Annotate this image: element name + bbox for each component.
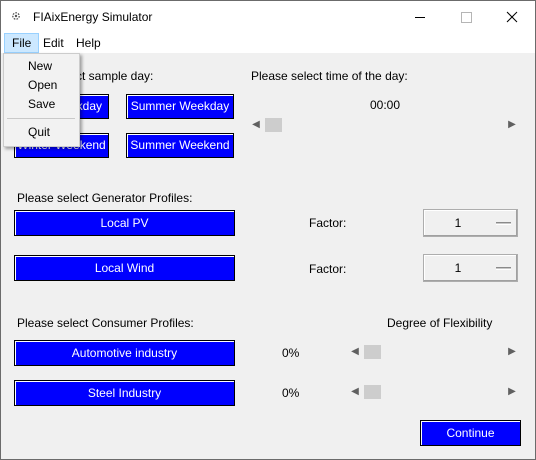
generator-profiles-label: Please select Generator Profiles: bbox=[17, 191, 193, 205]
minimize-button[interactable] bbox=[397, 1, 443, 33]
close-button[interactable] bbox=[489, 1, 535, 33]
menu-file[interactable]: File bbox=[4, 33, 40, 53]
summer-weekday-button[interactable]: Summer Weekday bbox=[126, 94, 234, 119]
menu-bar: File Edit Help bbox=[1, 33, 535, 53]
close-icon bbox=[506, 11, 518, 23]
wind-factor-label: Factor: bbox=[309, 262, 347, 276]
steel-flex-slider[interactable]: ◀ ▶ bbox=[347, 384, 520, 400]
scroll-right-icon[interactable]: ▶ bbox=[506, 386, 518, 398]
menu-open-label: Open bbox=[28, 78, 58, 92]
wind-factor-spinner[interactable]: 1 bbox=[423, 254, 518, 282]
scroll-right-icon[interactable]: ▶ bbox=[506, 346, 518, 358]
app-window: FIAixEnergy Simulator File Edit Help ct … bbox=[0, 0, 536, 460]
automotive-flex-slider[interactable]: ◀ ▶ bbox=[347, 344, 520, 360]
scroll-left-icon[interactable]: ◀ bbox=[349, 386, 361, 398]
time-of-day-label: Please select time of the day: bbox=[251, 69, 408, 83]
pv-factor-value: 1 bbox=[454, 216, 462, 230]
menu-save[interactable]: Save bbox=[4, 95, 79, 114]
maximize-icon bbox=[461, 12, 472, 23]
menu-new-label: New bbox=[28, 59, 53, 73]
summer-weekend-button[interactable]: Summer Weekend bbox=[126, 133, 234, 158]
menu-open[interactable]: Open bbox=[4, 76, 79, 95]
time-slider[interactable]: ◀ ▶ bbox=[248, 117, 520, 133]
continue-button[interactable]: Continue bbox=[420, 420, 521, 446]
scroll-left-icon[interactable]: ◀ bbox=[349, 346, 361, 358]
menu-separator bbox=[7, 118, 75, 119]
window-title: FIAixEnergy Simulator bbox=[33, 10, 153, 24]
time-value: 00:00 bbox=[370, 98, 401, 112]
scroll-right-icon[interactable]: ▶ bbox=[506, 119, 518, 131]
scroll-left-icon[interactable]: ◀ bbox=[250, 119, 262, 131]
pv-factor-spinner[interactable]: 1 bbox=[423, 209, 518, 237]
local-pv-button[interactable]: Local PV bbox=[14, 210, 235, 236]
automotive-flex-thumb[interactable] bbox=[364, 345, 381, 359]
automotive-flex-value: 0% bbox=[282, 346, 300, 360]
steel-flex-thumb[interactable] bbox=[364, 385, 381, 399]
option-indicator-icon bbox=[496, 267, 511, 270]
main-content: ct sample day: ekday Summer Weekday Wint… bbox=[1, 53, 535, 459]
menu-edit[interactable]: Edit bbox=[36, 34, 71, 52]
consumer-profiles-label: Please select Consumer Profiles: bbox=[17, 316, 194, 330]
menu-help[interactable]: Help bbox=[69, 34, 108, 52]
pv-factor-label: Factor: bbox=[309, 216, 347, 230]
menu-quit[interactable]: Quit bbox=[4, 123, 79, 142]
maximize-button[interactable] bbox=[443, 1, 489, 33]
steel-industry-button[interactable]: Steel Industry bbox=[14, 380, 235, 406]
menu-new[interactable]: New bbox=[4, 57, 79, 76]
option-indicator-icon bbox=[496, 222, 511, 225]
sample-day-label: ct sample day: bbox=[76, 69, 154, 83]
wind-factor-value: 1 bbox=[454, 261, 462, 275]
local-wind-button[interactable]: Local Wind bbox=[14, 255, 235, 281]
time-slider-thumb[interactable] bbox=[265, 118, 282, 132]
file-menu-dropdown: New Open Save Quit bbox=[3, 53, 80, 147]
minimize-icon bbox=[415, 17, 425, 18]
gear-icon bbox=[12, 12, 20, 20]
flexibility-header: Degree of Flexibility bbox=[387, 316, 493, 330]
steel-flex-value: 0% bbox=[282, 386, 300, 400]
menu-save-label: Save bbox=[28, 97, 56, 111]
automotive-industry-button[interactable]: Automotive industry bbox=[14, 340, 235, 366]
menu-quit-label: Quit bbox=[28, 125, 51, 139]
title-bar: FIAixEnergy Simulator bbox=[1, 1, 535, 33]
